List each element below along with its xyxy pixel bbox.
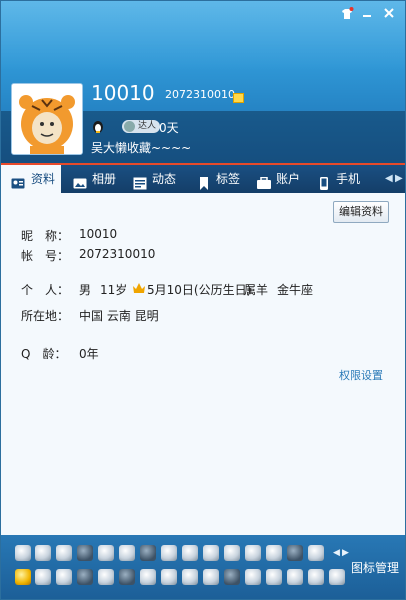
badge-graduation-icon[interactable] (161, 569, 177, 585)
icon-manage-button[interactable]: 图标管理 (351, 559, 399, 576)
badge-clock-icon[interactable] (203, 569, 219, 585)
phone-icon (317, 172, 331, 190)
badge-shield-icon[interactable] (308, 569, 324, 585)
profile-window: 10010 2072310010 达人 0天 吴大懒收藏~~~~ 资料 相册 动… (0, 0, 406, 600)
edit-profile-button[interactable]: 编辑资料 (333, 201, 389, 223)
location-value: 中国 云南 昆明 (79, 309, 159, 323)
badge-heart-icon[interactable] (35, 545, 51, 561)
tab-label: 资料 (31, 172, 56, 186)
daren-label: 达人 (138, 121, 157, 131)
badge-diamond-icon[interactable] (224, 545, 240, 561)
badge-gift-icon[interactable] (224, 569, 240, 585)
permission-settings-link[interactable]: 权限设置 (339, 367, 383, 383)
skin-icon[interactable] (337, 7, 357, 25)
tab-label: 相册 (92, 172, 117, 186)
crown-icon (133, 282, 145, 293)
tab-label: 动态 (152, 172, 177, 186)
nickname-label: 昵 称： (21, 229, 70, 243)
tab-scroll-right-icon[interactable]: ▶ (395, 173, 403, 184)
badge-pen-icon[interactable] (287, 569, 303, 585)
badge-next-icon[interactable]: ▶ (342, 548, 349, 558)
id-card-icon (11, 172, 25, 189)
badge-prev-icon[interactable]: ◀ (333, 548, 340, 558)
wallet-icon (257, 172, 271, 189)
badge-photo-icon[interactable] (329, 569, 345, 585)
tab-scroll-left-icon[interactable]: ◀ (385, 173, 393, 184)
tab-label: 标签 (216, 172, 241, 186)
profile-nickname: 10010 (91, 81, 155, 105)
account-label: 帐 号： (21, 249, 70, 263)
penguin-icon[interactable] (92, 120, 104, 133)
age-value: 11岁 (100, 283, 128, 297)
badge-heart-icon[interactable] (308, 545, 324, 561)
bookmark-icon (197, 172, 211, 190)
tab-album[interactable]: 相册 (73, 165, 123, 193)
tab-phone[interactable]: 手机 (317, 165, 367, 193)
badge-chat-icon[interactable] (140, 569, 156, 585)
badge-diamond-icon[interactable] (98, 545, 114, 561)
online-days: 0天 (159, 121, 179, 135)
badge-qzone-icon[interactable] (56, 569, 72, 585)
account-value: 2072310010 (79, 247, 156, 261)
feed-icon (133, 172, 147, 190)
badge-shield-icon[interactable] (182, 569, 198, 585)
daren-icon (124, 121, 135, 132)
birthday-value: 5月10日(公历生日) (147, 283, 252, 297)
nickname-value: 10010 (79, 227, 118, 241)
badge-bar: ◀ ▶ 图标管理 (1, 535, 405, 599)
badge-diamond-icon[interactable] (266, 545, 282, 561)
badge-star-icon[interactable] (15, 569, 31, 585)
profile-content: 编辑资料 昵 称： 10010 帐 号： 2072310010 个 人： 男 1… (1, 193, 405, 533)
badge-heart-icon[interactable] (119, 545, 135, 561)
location-label: 所在地： (21, 309, 70, 323)
profile-header: 10010 2072310010 达人 0天 吴大懒收藏~~~~ (1, 1, 405, 163)
minimize-icon[interactable] (357, 7, 377, 25)
badge-diamond-icon[interactable] (245, 545, 261, 561)
badge-music-icon[interactable] (119, 569, 135, 585)
badge-heart-icon[interactable] (15, 545, 31, 561)
badge-camera-icon[interactable] (98, 569, 114, 585)
badge-app-icon[interactable] (77, 569, 93, 585)
daren-badge[interactable]: 达人 (122, 120, 161, 133)
qq-number: 2072310010 (165, 88, 235, 101)
badge-penguin-icon[interactable] (35, 569, 51, 585)
avatar[interactable] (11, 83, 83, 155)
photo-album-icon (73, 172, 87, 189)
badge-diamond-icon[interactable] (182, 545, 198, 561)
tab-profile[interactable]: 资料 (1, 165, 61, 193)
tab-feed[interactable]: 动态 (133, 165, 183, 193)
qage-label: Q 龄： (21, 347, 67, 361)
tab-label: 账户 (276, 172, 301, 186)
badge-diamond-icon[interactable] (203, 545, 219, 561)
vip-icon[interactable] (233, 93, 244, 103)
badge-computer-icon[interactable] (287, 545, 303, 561)
close-icon[interactable] (379, 7, 399, 25)
badge-trophy-icon[interactable] (56, 545, 72, 561)
badge-game-icon[interactable] (266, 569, 282, 585)
badge-diamond-icon[interactable] (161, 545, 177, 561)
badge-camera-icon[interactable] (245, 569, 261, 585)
tab-tags[interactable]: 标签 (197, 165, 247, 193)
badge-penguin-icon[interactable] (77, 545, 93, 561)
signature[interactable]: 吴大懒收藏~~~~ (91, 139, 191, 156)
tab-bar: 资料 相册 动态 标签 账户 手机 ◀ ▶ (1, 165, 405, 193)
qage-value: 0年 (79, 347, 99, 361)
gender-value: 男 (79, 283, 92, 297)
tab-label: 手机 (336, 172, 361, 186)
badge-computer-icon[interactable] (140, 545, 156, 561)
zodiac-value: 属羊 (244, 283, 269, 297)
constellation-value: 金牛座 (277, 283, 314, 297)
personal-label: 个 人： (21, 283, 70, 297)
tab-account[interactable]: 账户 (257, 165, 307, 193)
